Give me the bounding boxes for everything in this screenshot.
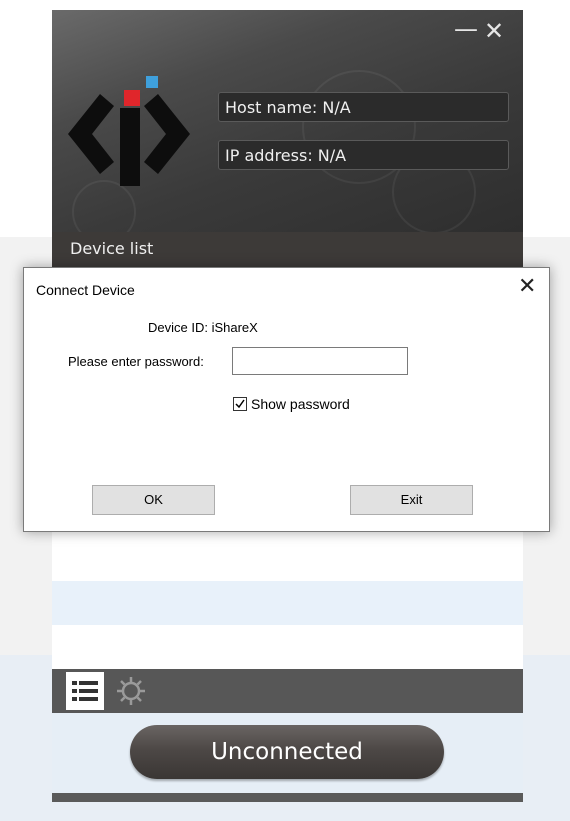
checkmark-icon (235, 399, 245, 409)
dialog-title: Connect Device (36, 282, 135, 298)
device-list-tab[interactable] (66, 672, 104, 710)
device-list-header: Device list (52, 232, 523, 268)
device-id-label: Device ID: iShareX (148, 320, 258, 335)
bottom-toolbar (52, 669, 523, 713)
host-name-field: Host name: N/A (218, 92, 509, 122)
connect-area: Unconnected (52, 713, 523, 793)
ok-button[interactable]: OK (92, 485, 215, 515)
password-label: Please enter password: (68, 354, 204, 369)
app-logo (68, 76, 190, 186)
connect-device-dialog: Connect Device ✕ Device ID: iShareX Plea… (23, 267, 550, 532)
settings-tab[interactable] (112, 672, 150, 710)
bottom-strip (52, 793, 523, 802)
ip-address-field: IP address: N/A (218, 140, 509, 170)
header: — ✕ Host name: N/A IP address: N/A (52, 10, 523, 232)
dialog-close-button[interactable]: ✕ (518, 274, 536, 299)
list-icon (72, 681, 98, 701)
close-button[interactable]: ✕ (484, 18, 504, 44)
show-password-label: Show password (251, 396, 350, 412)
list-item[interactable] (52, 625, 523, 669)
show-password-checkbox[interactable] (233, 397, 247, 411)
gear-icon (117, 677, 145, 705)
minimize-button[interactable]: — (454, 16, 478, 42)
exit-button[interactable]: Exit (350, 485, 473, 515)
connection-status-button[interactable]: Unconnected (130, 725, 444, 779)
list-item[interactable] (52, 535, 523, 579)
password-input[interactable] (232, 347, 408, 375)
show-password-toggle[interactable]: Show password (233, 395, 350, 413)
list-item[interactable] (52, 581, 523, 625)
